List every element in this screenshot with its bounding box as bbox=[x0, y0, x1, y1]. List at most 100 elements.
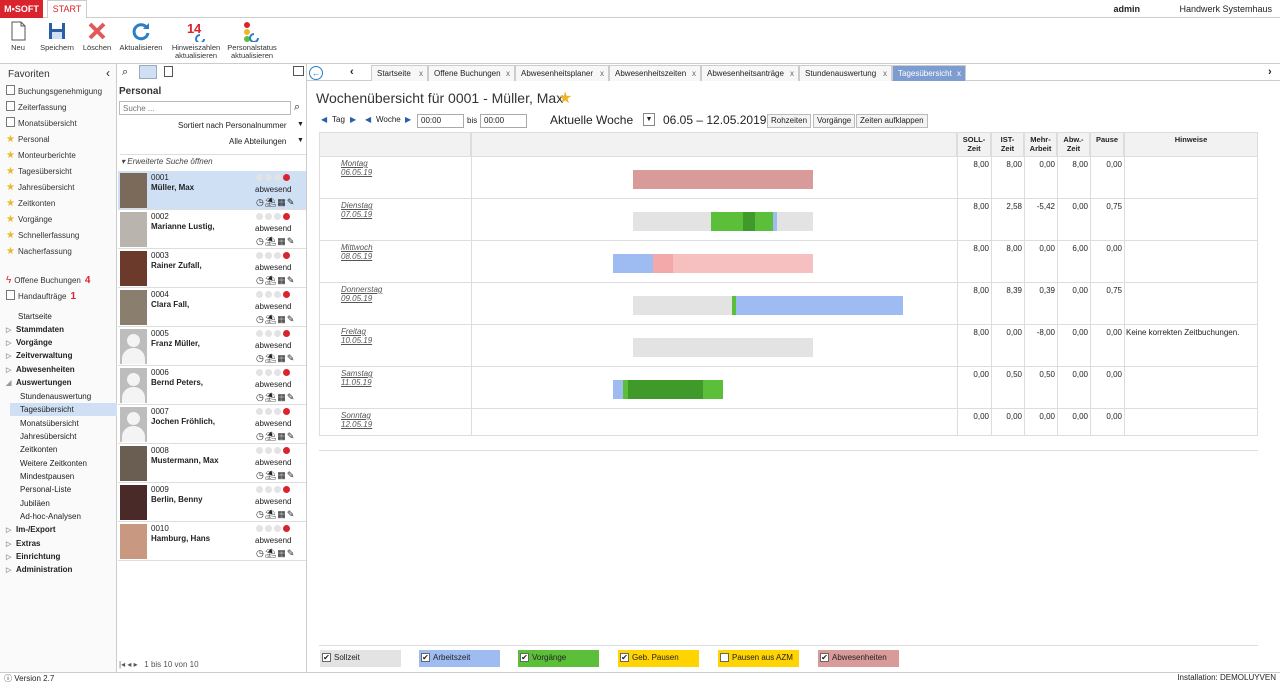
edit-icon[interactable]: ✎ bbox=[287, 353, 296, 363]
nav-stundenauswertung[interactable]: Stundenauswertung bbox=[20, 390, 91, 403]
nav-jahresuebersicht[interactable]: Jahresübersicht bbox=[20, 430, 76, 443]
nav-ad-hoc-analysen[interactable]: Ad-hoc-Analysen bbox=[20, 510, 81, 523]
clock-icon[interactable]: ◷ bbox=[256, 353, 265, 363]
calendar-icon[interactable]: ▦ bbox=[277, 275, 287, 285]
holiday-icon[interactable]: ⛱ bbox=[265, 275, 277, 285]
holiday-icon[interactable]: ⛱ bbox=[265, 314, 277, 324]
calendar-icon[interactable]: ▦ bbox=[277, 314, 287, 324]
zeiten-aufklappen-button[interactable]: Zeiten aufklappen bbox=[856, 114, 928, 128]
edit-icon[interactable]: ✎ bbox=[287, 431, 296, 441]
fav-vorgaenge[interactable]: ★ Vorgänge bbox=[6, 213, 52, 227]
nav-jubilaeen[interactable]: Jubiläen bbox=[20, 497, 50, 510]
time-to-input[interactable]: 00:00 bbox=[480, 114, 527, 128]
holiday-icon[interactable]: ⛱ bbox=[265, 509, 277, 519]
nav-einrichtung[interactable]: ▷ Einrichtung bbox=[6, 550, 60, 563]
nav-abwesenheiten[interactable]: ▷ Abwesenheiten bbox=[6, 363, 75, 376]
next-day-icon[interactable]: ▶ bbox=[350, 115, 356, 124]
person-icon[interactable] bbox=[139, 65, 157, 79]
chevron-down-icon[interactable]: ▼ bbox=[297, 137, 304, 144]
personal-row[interactable]: 0002 Marianne Lustig, abwesend ◷⛱▦✎ bbox=[118, 210, 306, 249]
personal-row[interactable]: 0005 Franz Müller, abwesend ◷⛱▦✎ bbox=[118, 327, 306, 366]
time-bar[interactable] bbox=[613, 380, 623, 399]
pager-next-icon[interactable]: ▸ bbox=[134, 660, 138, 669]
holiday-icon[interactable]: ⛱ bbox=[265, 470, 277, 480]
clock-icon[interactable]: ◷ bbox=[256, 509, 265, 519]
legend-checkbox[interactable]: ✔ bbox=[520, 653, 529, 662]
vorgaenge-button[interactable]: Vorgänge bbox=[813, 114, 856, 128]
day-link[interactable]: Samstag 11.05.19 bbox=[341, 369, 373, 387]
personal-row[interactable]: 0003 Rainer Zufall, abwesend ◷⛱▦✎ bbox=[118, 249, 306, 288]
fav-monteurberichte[interactable]: ★ Monteurberichte bbox=[6, 149, 76, 163]
tab-abwesenheitszeiten[interactable]: Abwesenheitszeiten x bbox=[609, 65, 701, 81]
refresh-button[interactable]: Aktualisieren bbox=[118, 20, 164, 62]
time-bar[interactable] bbox=[773, 212, 777, 231]
personal-row[interactable]: 0008 Mustermann, Max abwesend ◷⛱▦✎ bbox=[118, 444, 306, 483]
tab-abwesenheitsplaner[interactable]: Abwesenheitsplaner x bbox=[515, 65, 609, 81]
close-icon[interactable]: x bbox=[790, 66, 794, 81]
refresh-hints-button[interactable]: 14 Hinweiszahlen aktualisieren bbox=[170, 20, 222, 62]
legend-checkbox[interactable]: ✔ bbox=[421, 653, 430, 662]
nav-weitere-zeitkonten[interactable]: Weitere Zeitkonten bbox=[20, 457, 87, 470]
legend-item[interactable]: ✔ Vorgänge bbox=[518, 650, 599, 667]
fav-buchungsgenehmigung[interactable]: Buchungsgenehmigung bbox=[6, 85, 102, 99]
time-bar[interactable] bbox=[732, 296, 736, 315]
fav-schnellerfassung[interactable]: ★ Schnellerfassung bbox=[6, 229, 79, 243]
calendar-icon[interactable]: ▦ bbox=[277, 470, 287, 480]
personal-row[interactable]: 0004 Clara Fall, abwesend ◷⛱▦✎ bbox=[118, 288, 306, 327]
calendar-icon[interactable]: ▦ bbox=[277, 236, 287, 246]
prev-week-icon[interactable]: ◀ bbox=[365, 115, 371, 124]
tab-scroll-right-icon[interactable]: › bbox=[1268, 66, 1272, 78]
legend-item[interactable]: ✔ Arbeitszeit bbox=[419, 650, 500, 667]
nav-administration[interactable]: ▷ Administration bbox=[6, 563, 72, 576]
personal-row[interactable]: 0007 Jochen Fröhlich, abwesend ◷⛱▦✎ bbox=[118, 405, 306, 444]
edit-icon[interactable]: ✎ bbox=[287, 197, 296, 207]
fav-nacherfassung[interactable]: ★ Nacherfassung bbox=[6, 245, 72, 259]
new-button[interactable]: Neu bbox=[4, 20, 32, 62]
personal-row[interactable]: 0010 Hamburg, Hans abwesend ◷⛱▦✎ bbox=[118, 522, 306, 561]
edit-icon[interactable]: ✎ bbox=[287, 236, 296, 246]
edit-icon[interactable]: ✎ bbox=[287, 470, 296, 480]
calendar-icon[interactable]: ▦ bbox=[277, 392, 287, 402]
user-name[interactable]: admin bbox=[1113, 4, 1140, 14]
personal-row[interactable]: 0009 Berlin, Benny abwesend ◷⛱▦✎ bbox=[118, 483, 306, 522]
nav-im-export[interactable]: ▷ Im-/Export bbox=[6, 523, 56, 536]
clock-icon[interactable]: ◷ bbox=[256, 548, 265, 558]
time-bar[interactable] bbox=[733, 296, 903, 315]
clock-icon[interactable]: ◷ bbox=[256, 197, 265, 207]
nav-tagesuebersicht[interactable]: Tagesübersicht bbox=[10, 403, 117, 416]
nav-auswertungen[interactable]: ◢ Auswertungen bbox=[6, 376, 72, 389]
legend-checkbox[interactable]: ✔ bbox=[620, 653, 629, 662]
edit-icon[interactable]: ✎ bbox=[287, 392, 296, 402]
tab-scroll-left-icon[interactable]: ‹ bbox=[350, 66, 354, 78]
nav-extras[interactable]: ▷ Extras bbox=[6, 537, 40, 550]
clock-icon[interactable]: ◷ bbox=[256, 470, 265, 480]
fav-tagesuebersicht[interactable]: ★ Tagesübersicht bbox=[6, 165, 72, 179]
pager-first-icon[interactable]: |◂ bbox=[119, 660, 125, 669]
department-dropdown[interactable]: Alle Abteilungen bbox=[229, 137, 286, 146]
next-week-icon[interactable]: ▶ bbox=[405, 115, 411, 124]
edit-icon[interactable]: ✎ bbox=[287, 509, 296, 519]
calendar-icon[interactable]: ▦ bbox=[277, 197, 287, 207]
back-icon[interactable]: ← bbox=[309, 66, 323, 80]
holiday-icon[interactable]: ⛱ bbox=[265, 197, 277, 207]
fav-handauftraege[interactable]: Handaufträge 1 bbox=[6, 290, 76, 304]
day-link[interactable]: Freitag 10.05.19 bbox=[341, 327, 372, 345]
legend-checkbox[interactable] bbox=[720, 653, 729, 662]
delete-button[interactable]: Löschen bbox=[82, 20, 112, 62]
tab-stundenauswertung[interactable]: Stundenauswertung x bbox=[799, 65, 892, 81]
fav-monatsuebersicht[interactable]: Monatsübersicht bbox=[6, 117, 77, 131]
edit-icon[interactable]: ✎ bbox=[287, 314, 296, 324]
chevron-down-icon[interactable]: ▼ bbox=[297, 121, 304, 128]
calendar-icon[interactable]: ▦ bbox=[277, 431, 287, 441]
week-dropdown-icon[interactable]: ▼ bbox=[643, 113, 655, 126]
holiday-icon[interactable]: ⛱ bbox=[265, 431, 277, 441]
fav-offene-buchungen[interactable]: ϟ Offene Buchungen 4 bbox=[6, 274, 90, 288]
fav-jahresuebersicht[interactable]: ★ Jahresübersicht bbox=[6, 181, 74, 195]
legend-item[interactable]: ✔ Sollzeit bbox=[320, 650, 401, 667]
sort-dropdown[interactable]: Sortiert nach Personalnummer bbox=[178, 121, 287, 130]
close-icon[interactable]: x bbox=[692, 66, 696, 81]
holiday-icon[interactable]: ⛱ bbox=[265, 353, 277, 363]
time-bar[interactable] bbox=[653, 254, 813, 273]
extended-search-link[interactable]: ▾ Erweiterte Suche öffnen bbox=[121, 157, 213, 166]
favorite-star-icon[interactable]: ★ bbox=[558, 88, 572, 108]
